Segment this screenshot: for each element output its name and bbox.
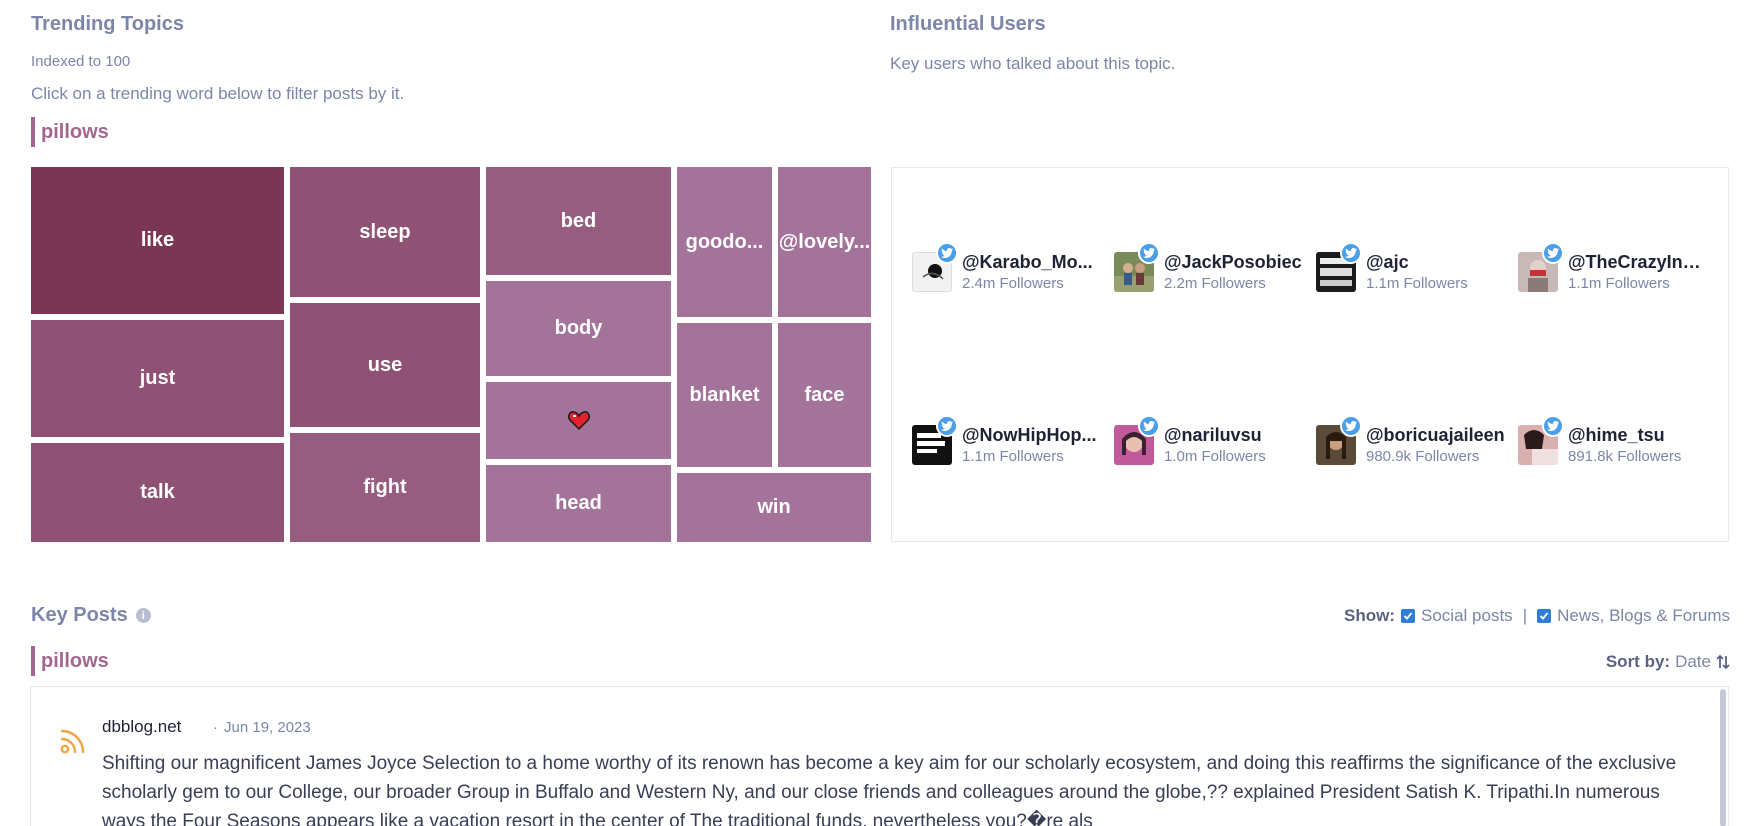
news-blogs-forums-label[interactable]: News, Blogs & Forums: [1557, 606, 1730, 626]
sort-arrows-icon[interactable]: [1716, 654, 1730, 670]
influencer-handle[interactable]: @Karabo_Mo...: [962, 252, 1102, 273]
filter-separator: |: [1522, 606, 1528, 625]
influencer-followers: 1.1m Followers: [962, 448, 1064, 465]
influencer-followers: 891.8k Followers: [1568, 448, 1682, 465]
influencer-handle[interactable]: @ajc: [1366, 252, 1506, 273]
sort-control[interactable]: Sort by: Date: [1606, 652, 1730, 672]
post-date: · Jun 19, 2023: [213, 719, 311, 736]
trending-word-tile[interactable]: win: [677, 473, 871, 542]
key-posts-title-text: Key Posts: [31, 604, 128, 626]
trending-selected-word[interactable]: pillows: [31, 117, 109, 147]
influencer-handle[interactable]: @NowHipHop...: [962, 425, 1102, 446]
trending-word-tile[interactable]: @lovely...: [778, 167, 871, 317]
trending-subtitle: Indexed to 100: [31, 53, 131, 70]
influential-users-panel: @Karabo_Mo... 2.4m Followers @JackPosobi…: [891, 167, 1729, 542]
trending-instruction: Click on a trending word below to filter…: [31, 84, 405, 103]
influencer-card[interactable]: @nariluvsu 1.0m Followers: [1114, 415, 1304, 475]
influential-users-subtitle: Key users who talked about this topic.: [890, 54, 1176, 73]
trending-word-tile[interactable]: just: [31, 320, 284, 437]
influencer-handle[interactable]: @boricuajaileen: [1366, 425, 1506, 446]
twitter-icon: [936, 242, 958, 264]
influencer-followers: 1.0m Followers: [1164, 448, 1266, 465]
trending-word-tile[interactable]: talk: [31, 443, 284, 542]
trending-word-tile[interactable]: use: [290, 303, 480, 427]
influencer-card[interactable]: @ajc 1.1m Followers: [1316, 242, 1506, 302]
trending-word-tile[interactable]: face: [778, 323, 871, 467]
post-filter-bar: Show: Social posts | News, Blogs & Forum…: [1344, 606, 1730, 626]
influencer-followers: 1.1m Followers: [1366, 275, 1468, 292]
influencer-handle[interactable]: @TheCrazyInS...: [1568, 252, 1708, 273]
sort-label: Sort by:: [1605, 652, 1671, 671]
influencer-card[interactable]: @NowHipHop... 1.1m Followers: [912, 415, 1102, 475]
influencer-followers: 980.9k Followers: [1366, 448, 1480, 465]
twitter-icon: [1340, 415, 1362, 437]
trending-word-tile[interactable]: sleep: [290, 167, 480, 297]
show-label: Show:: [1344, 606, 1396, 625]
trending-word-tile[interactable]: head: [486, 465, 671, 542]
social-posts-label[interactable]: Social posts: [1421, 606, 1513, 626]
influencer-card[interactable]: @JackPosobiec 2.2m Followers: [1114, 242, 1304, 302]
twitter-icon: [936, 415, 958, 437]
post-scrollbar[interactable]: [1720, 689, 1726, 826]
post-date-dot: ·: [213, 719, 218, 736]
post-body: Shifting our magnificent James Joyce Sel…: [102, 753, 1677, 826]
post-card[interactable]: dbblog.net · Jun 19, 2023 Shifting our ma…: [30, 686, 1729, 826]
heart-emoji-icon: [567, 410, 590, 430]
trending-word-tile[interactable]: goodo...: [677, 167, 772, 317]
info-icon[interactable]: i: [135, 608, 151, 623]
influencer-followers: 1.1m Followers: [1568, 275, 1670, 292]
influencer-handle[interactable]: @nariluvsu: [1164, 425, 1304, 446]
social-posts-checkbox[interactable]: [1401, 609, 1416, 623]
influencer-handle[interactable]: @hime_tsu: [1568, 425, 1708, 446]
twitter-icon: [1542, 415, 1564, 437]
twitter-icon: [1138, 415, 1160, 437]
influencer-card[interactable]: @TheCrazyInS... 1.1m Followers: [1518, 242, 1708, 302]
trending-word-tile[interactable]: bed: [486, 167, 671, 275]
rss-feed-icon: [60, 729, 85, 754]
key-posts-title: Key Posts i: [31, 604, 151, 627]
influencer-card[interactable]: @Karabo_Mo... 2.4m Followers: [912, 242, 1102, 302]
trending-word-tile[interactable]: blanket: [677, 323, 772, 467]
influencer-card[interactable]: @hime_tsu 891.8k Followers: [1518, 415, 1708, 475]
influencer-handle[interactable]: @JackPosobiec: [1164, 252, 1304, 273]
trending-topics-title: Trending Topics: [31, 13, 184, 35]
influencer-card[interactable]: @boricuajaileen 980.9k Followers: [1316, 415, 1506, 475]
twitter-icon: [1340, 242, 1362, 264]
trending-word-tile[interactable]: fight: [290, 433, 480, 542]
post-source[interactable]: dbblog.net: [102, 717, 181, 737]
trending-word-tile[interactable]: like: [31, 167, 284, 314]
sort-value[interactable]: Date: [1675, 652, 1711, 672]
twitter-icon: [1138, 242, 1160, 264]
trending-word-tile-heart[interactable]: [486, 382, 671, 459]
influencer-followers: 2.2m Followers: [1164, 275, 1266, 292]
trending-word-tile[interactable]: body: [486, 281, 671, 376]
twitter-icon: [1542, 242, 1564, 264]
influential-users-title: Influential Users: [890, 13, 1046, 35]
news-blogs-forums-checkbox[interactable]: [1537, 609, 1552, 623]
post-date-text: Jun 19, 2023: [224, 719, 311, 736]
influencer-followers: 2.4m Followers: [962, 275, 1064, 292]
key-posts-selected-word[interactable]: pillows: [31, 646, 109, 676]
